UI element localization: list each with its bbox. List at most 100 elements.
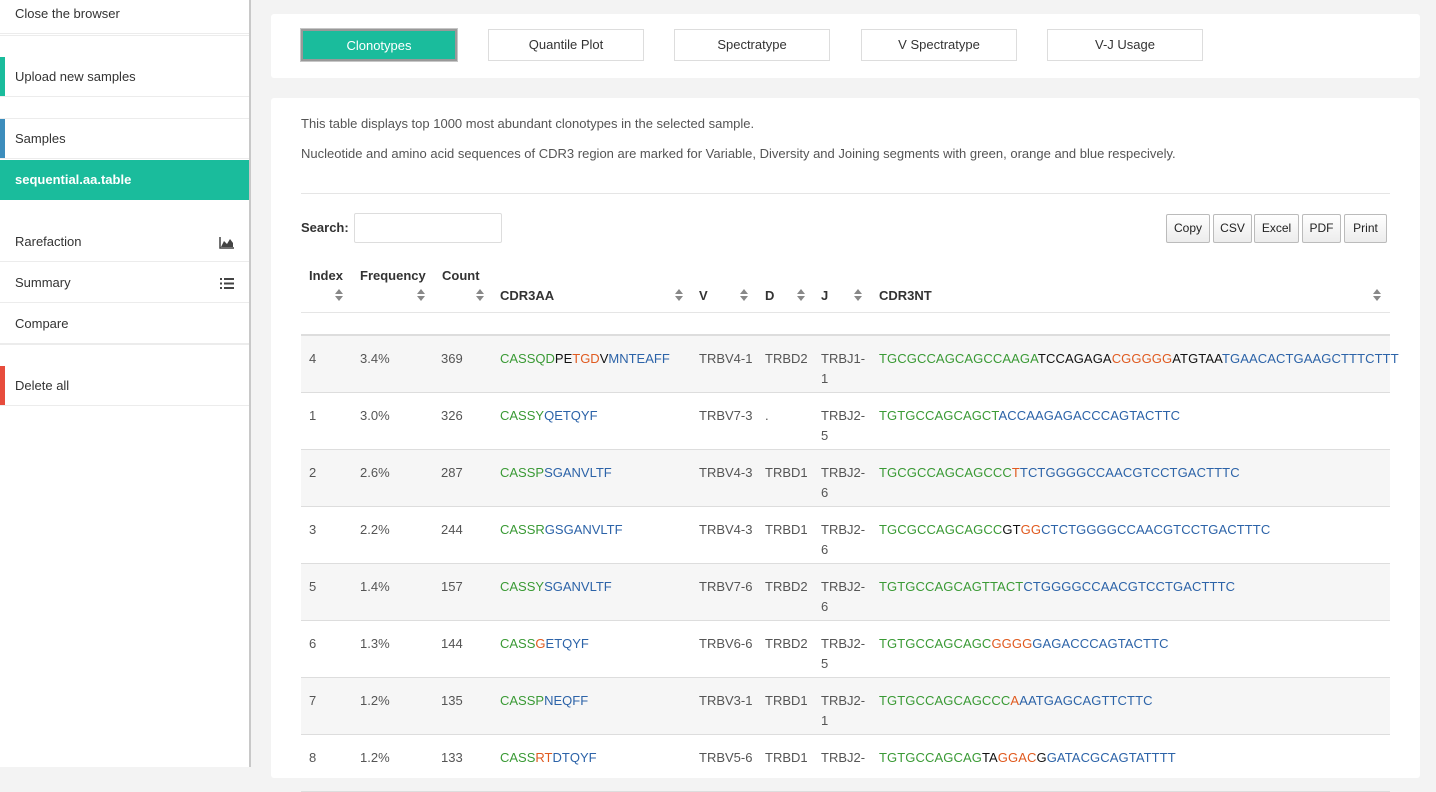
column-header-cdr3nt[interactable]: CDR3NT [879,288,932,303]
table-row[interactable]: 1 3.0% 326 CASSYQETQYF TRBV7-3. TRBJ2- 5 TGTGCC… [301,393,1390,450]
cell-j-gene: TRBJ2- 5 [821,406,871,446]
sidebar-item-delete-all[interactable]: Delete all [0,366,249,406]
table-row[interactable]: 7 1.2% 135 CASSPNEQFF TRBV3-1 TRBD1 TRBJ2- 1 TGT… [301,678,1390,735]
j-gene-line: 6 [821,485,829,500]
cell-cdr3aa: CASSPSGANVLTF [500,463,612,483]
cell-cdr3nt: TGCGCCAGCAGCCGTGGCTCTGGGGCCAACGTCCTGACTT… [879,520,1270,540]
sort-icon[interactable] [335,289,344,301]
table-row[interactable]: 2 2.6% 287 CASSPSGANVLTF TRBV4-3 TRBD1 TRBJ2- 6… [301,450,1390,507]
cell-v-gene: TRBV4-3 [699,522,753,537]
cdr3aa-segment: CASSP [500,693,545,708]
sort-icon[interactable] [854,289,863,301]
cdr3nt-segment: TGTGCCAGCAGCCC [879,693,1011,708]
cdr3nt-segment: TGCGCCAGCAGCCC [879,465,1012,480]
table-row[interactable]: 5 1.4% 157 CASSYSGANVLTF TRBV7-6 TRBD2 TRBJ2- 6… [301,564,1390,621]
cell-cdr3aa: CASSRGSGANVLTF [500,520,623,540]
sidebar: Close the browser Upload new samples Sam… [0,0,251,767]
j-gene-line: 1 [821,713,829,728]
color-legend-description: Nucleotide and amino acid sequences of C… [301,146,1176,161]
tab-v-spectratype[interactable]: V Spectratype [861,29,1017,61]
cell-cdr3aa: CASSYSGANVLTF [500,577,612,597]
cell-j-gene: TRBJ2- [821,748,871,768]
sort-icon[interactable] [740,289,749,301]
column-header-index[interactable]: Index [309,268,343,283]
search-input[interactable] [354,213,502,243]
sort-icon[interactable] [1373,289,1382,301]
cell-d-gene: TRBD1 [765,693,808,708]
column-header-cdr3aa[interactable]: CDR3AA [500,288,554,303]
cdr3aa-segment: G [535,636,546,651]
j-gene-line: 5 [821,656,829,671]
sidebar-item-label: Delete all [15,378,70,393]
sidebar-item-sample-file[interactable]: sequential.aa.table [0,160,249,200]
cdr3nt-segment: GT [1002,522,1021,537]
column-header-frequency[interactable]: Frequency [360,268,426,283]
tab-quantile-plot[interactable]: Quantile Plot [488,29,644,61]
table-row[interactable]: 4 3.4% 369 CASSQDPETGDVMNTEAFF TRBV4-1 TRBD2 T… [301,336,1399,393]
list-icon [220,263,234,303]
sort-icon[interactable] [476,289,485,301]
cell-d-gene: TRBD1 [765,750,808,765]
tab-clonotypes[interactable]: Clonotypes [301,29,457,61]
divider [0,118,249,119]
sort-icon[interactable] [417,289,426,301]
excel-button[interactable]: Excel [1254,214,1299,243]
pdf-button[interactable]: PDF [1302,214,1341,243]
cell-index: 8 [309,750,317,765]
cell-cdr3aa: CASSYQETQYF [500,406,598,426]
csv-button[interactable]: CSV [1213,214,1252,243]
sort-icon[interactable] [797,289,806,301]
cell-j-gene: TRBJ2- 6 [821,577,871,617]
cell-j-gene: TRBJ1- 1 [821,349,871,389]
sidebar-item-accent [0,119,5,158]
sidebar-item-label: Compare [15,316,69,331]
copy-button[interactable]: Copy [1166,214,1210,243]
cell-index: 6 [309,636,317,651]
sidebar-item-upload[interactable]: Upload new samples [0,57,249,97]
column-header-v[interactable]: V [699,288,708,303]
cell-d-gene: TRBD2 [765,579,808,594]
cell-index: 5 [309,579,317,594]
sidebar-item-close-browser[interactable]: Close the browser [0,0,249,34]
cdr3aa-segment: CASSR [500,522,545,537]
cdr3nt-segment: TCTGGGGCCAACGTCCTGACTTTC [1019,465,1240,480]
sidebar-item-rarefaction[interactable]: Rarefaction [0,222,249,262]
cdr3nt-segment: CTCTGGGGCCAACGTCCTGACTTTC [1041,522,1271,537]
j-gene-line: TRBJ2- [821,750,866,765]
cell-j-gene: TRBJ2- 1 [821,691,871,731]
print-button[interactable]: Print [1344,214,1387,243]
analysis-tabs: Clonotypes Quantile Plot Spectratype V S… [271,14,1420,78]
sidebar-item-compare[interactable]: Compare [0,304,249,344]
sidebar-item-label: Samples [15,131,66,146]
cell-count: 144 [441,636,463,651]
column-header-d[interactable]: D [765,288,774,303]
cell-count: 244 [441,522,463,537]
sidebar-item-samples[interactable]: Samples [0,119,249,159]
table-description: This table displays top 1000 most abunda… [301,116,755,131]
j-gene-line: TRBJ2- [821,465,866,480]
cell-cdr3aa: CASSRTDTQYF [500,748,597,768]
cell-cdr3nt: TGTGCCAGCAGTAGGACGGATACGCAGTATTTT [879,748,1176,768]
search-label: Search: [301,220,349,235]
column-header-j[interactable]: J [821,288,828,303]
cdr3aa-segment: TGD [572,351,600,366]
cell-cdr3nt: TGCGCCAGCAGCCAAGATCCAGAGACGGGGGATGTAATGA… [879,349,1399,369]
sidebar-item-label: sequential.aa.table [15,172,132,187]
tab-vj-usage[interactable]: V-J Usage [1047,29,1203,61]
j-gene-line: 6 [821,542,829,557]
cdr3aa-segment: PE [554,351,573,366]
table-row[interactable]: 3 2.2% 244 CASSRGSGANVLTF TRBV4-3 TRBD1 TRBJ2-… [301,507,1390,564]
j-gene-line: 1 [821,371,829,386]
cdr3nt-segment: T [1011,465,1020,480]
sort-icon[interactable] [675,289,684,301]
j-gene-line: TRBJ2- [821,579,866,594]
cell-v-gene: TRBV4-3 [699,465,753,480]
sidebar-item-summary[interactable]: Summary [0,263,249,303]
table-row[interactable]: 6 1.3% 144 CASSGETQYF TRBV6-6 TRBD2 TRBJ2- 5 TGT… [301,621,1390,678]
cell-v-gene: TRBV7-3 [699,408,753,423]
table-row[interactable]: 8 1.2% 133 CASSRTDTQYF TRBV5-6 TRBD1 TRBJ2- TGT… [301,735,1390,792]
cdr3aa-segment: QETQYF [544,408,598,423]
column-header-count[interactable]: Count [442,268,480,283]
tab-spectratype[interactable]: Spectratype [674,29,830,61]
cdr3aa-segment: NEQFF [544,693,589,708]
